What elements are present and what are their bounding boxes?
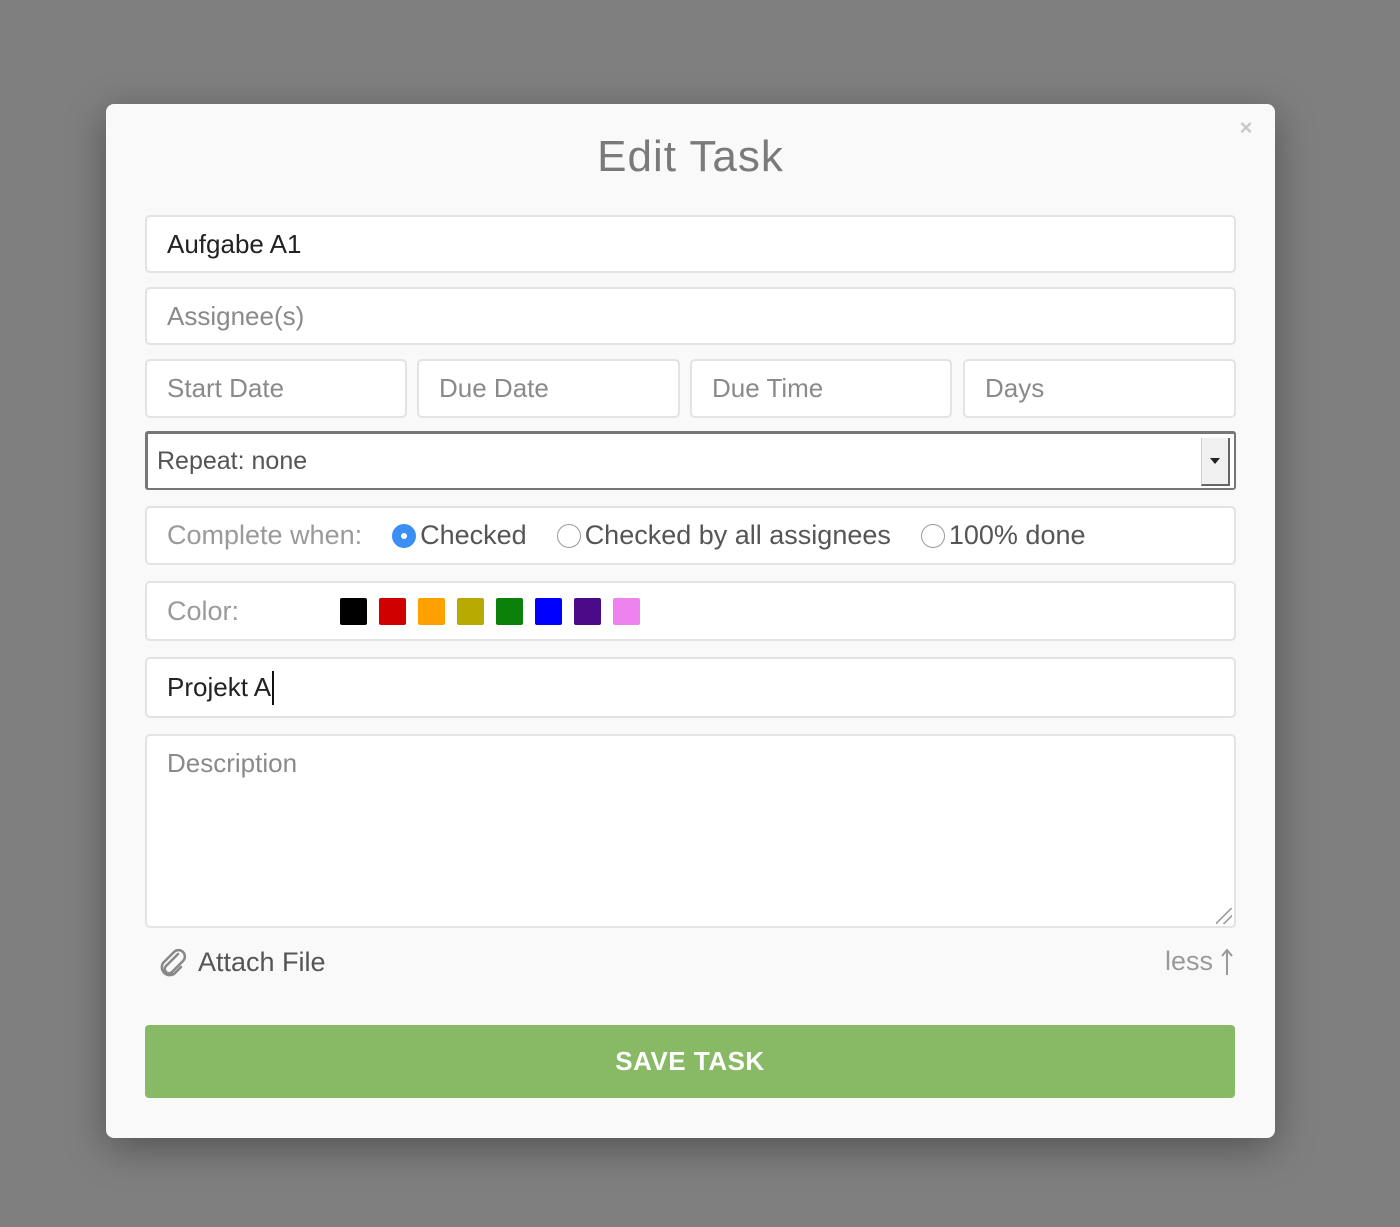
assignees-field[interactable]: Assignee(s)	[145, 287, 1236, 345]
radio-100-done-label: 100% done	[948, 520, 1086, 550]
color-swatch-5[interactable]	[496, 597, 523, 625]
project-field[interactable]: Projekt A	[145, 657, 1236, 718]
due-date-placeholder: Due Date	[439, 373, 549, 403]
description-textarea[interactable]: Description	[145, 734, 1236, 928]
color-swatch-1[interactable]	[340, 597, 367, 625]
repeat-select-value: Repeat: none	[157, 446, 308, 475]
radio-checked[interactable]: Checked	[392, 520, 527, 551]
color-picker: Color:	[145, 581, 1236, 641]
start-date-field[interactable]: Start Date	[145, 359, 407, 418]
days-field[interactable]: Days	[963, 359, 1236, 418]
chevron-down-icon[interactable]	[1201, 438, 1230, 486]
edit-task-modal: × Edit Task Aufgabe A1 Assignee(s) Start…	[106, 104, 1275, 1138]
task-name-value: Aufgabe A1	[167, 228, 302, 259]
complete-when-label: Complete when:	[167, 520, 363, 550]
assignees-placeholder: Assignee(s)	[167, 300, 305, 331]
color-swatch-7[interactable]	[574, 597, 601, 625]
color-swatch-6[interactable]	[535, 597, 562, 625]
radio-checked-label: Checked	[420, 520, 527, 550]
color-swatch-2[interactable]	[379, 597, 406, 625]
less-label: less	[1164, 946, 1213, 976]
due-date-field[interactable]: Due Date	[417, 359, 680, 418]
color-swatch-4[interactable]	[457, 597, 484, 625]
arrow-up-icon	[1221, 947, 1233, 975]
radio-unselected-icon	[556, 523, 581, 548]
color-swatch-8[interactable]	[613, 597, 640, 625]
description-placeholder: Description	[167, 748, 298, 778]
attach-file-button[interactable]: Attach File	[156, 946, 326, 978]
due-time-placeholder: Due Time	[712, 373, 824, 403]
start-date-placeholder: Start Date	[167, 373, 285, 403]
text-cursor	[272, 670, 275, 705]
color-label: Color:	[167, 595, 240, 626]
less-toggle[interactable]: less	[1165, 946, 1235, 977]
repeat-select[interactable]: Repeat: none	[145, 431, 1236, 490]
radio-100-done[interactable]: 100% done	[920, 520, 1086, 551]
modal-title: Edit Task	[597, 132, 784, 181]
radio-checked-by-all[interactable]: Checked by all assignees	[556, 520, 891, 551]
complete-when-group: Complete when: Checked Checked by all as…	[145, 506, 1236, 565]
paperclip-icon	[160, 948, 187, 977]
days-placeholder: Days	[985, 373, 1045, 403]
color-swatches	[340, 597, 652, 625]
radio-selected-icon	[392, 523, 417, 548]
color-swatch-3[interactable]	[418, 597, 445, 625]
radio-unselected-icon	[920, 523, 945, 548]
due-time-field[interactable]: Due Time	[690, 359, 952, 418]
project-value: Projekt A	[167, 672, 272, 702]
save-task-button[interactable]: SAVE TASK	[145, 1025, 1235, 1098]
task-name-field[interactable]: Aufgabe A1	[145, 215, 1236, 273]
radio-checked-by-all-label: Checked by all assignees	[584, 520, 891, 550]
resize-handle-icon[interactable]	[1216, 908, 1232, 924]
attach-file-label: Attach File	[198, 946, 326, 977]
